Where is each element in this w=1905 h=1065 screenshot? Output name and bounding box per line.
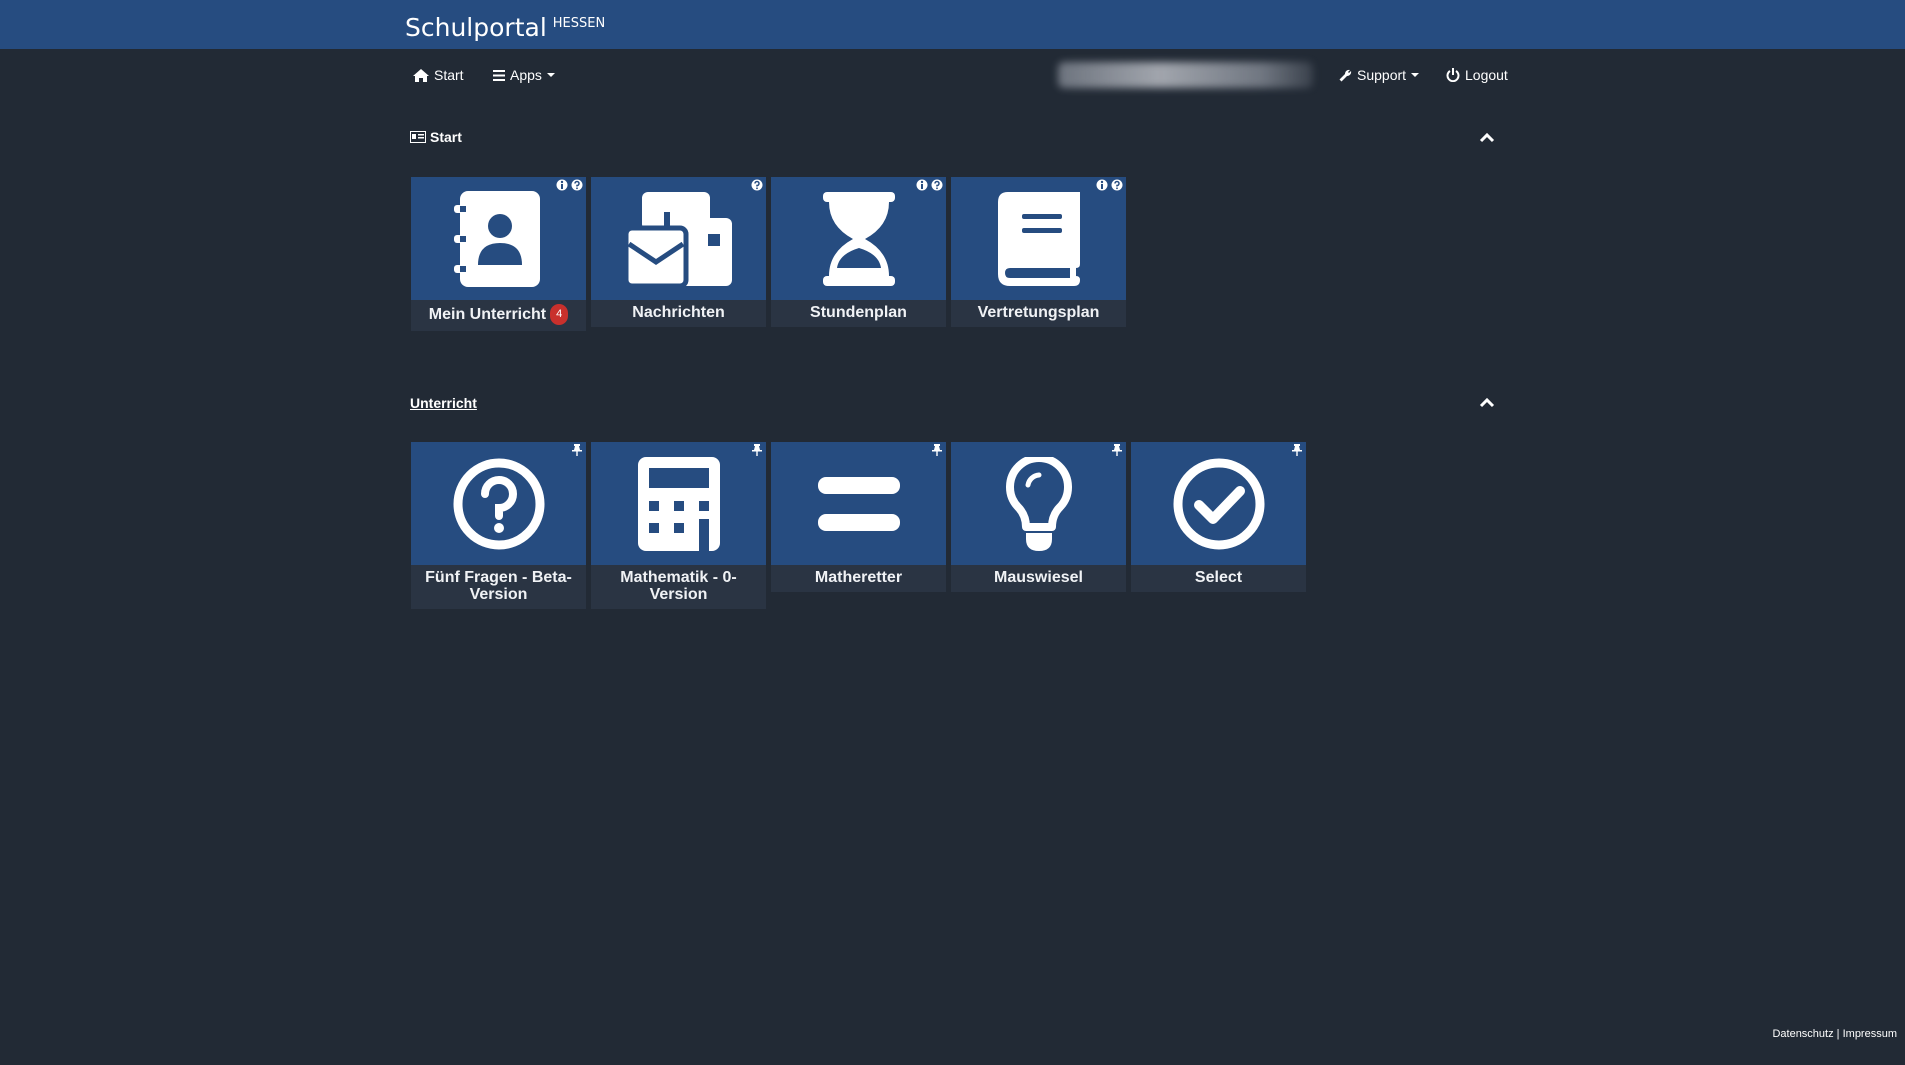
section-unterricht-label: Unterricht: [410, 395, 477, 411]
tile-fuenf-fragen-label: Fünf Fragen - Beta-Version: [425, 569, 572, 603]
brand-subtitle: HESSEN: [552, 16, 606, 31]
hourglass-icon: [822, 191, 895, 286]
caret-down-icon: [546, 73, 555, 77]
section-start-label: Start: [430, 129, 462, 145]
home-icon: [413, 68, 429, 82]
info-icon[interactable]: [916, 179, 928, 191]
bars-icon: [493, 69, 505, 81]
tile-vertretungsplan[interactable]: Vertretungsplan: [951, 177, 1126, 327]
footer-imprint-link[interactable]: Impressum: [1843, 1028, 1897, 1040]
brand-logo[interactable]: Schulportal HESSEN: [405, 13, 605, 42]
help-icon[interactable]: [751, 179, 763, 191]
pin-icon[interactable]: [751, 444, 763, 456]
tile-nachrichten[interactable]: Nachrichten: [591, 177, 766, 327]
tile-mein-unterricht[interactable]: Mein Unterricht 4: [411, 177, 586, 331]
envelope-card-icon: [625, 191, 732, 286]
nav-start-label: Start: [434, 67, 464, 83]
tile-mein-unterricht-label: Mein Unterricht: [428, 306, 547, 323]
footer-separator: |: [1836, 1028, 1840, 1040]
equals-icon: [817, 476, 900, 531]
nav-support-dropdown[interactable]: Support: [1339, 62, 1420, 88]
nav-logout[interactable]: Logout: [1446, 62, 1508, 88]
power-icon: [1446, 68, 1460, 82]
footer-links: Datenschutz | Impressum: [1772, 1028, 1897, 1040]
section-unterricht-title[interactable]: Unterricht: [410, 395, 477, 411]
nav-support-label: Support: [1357, 67, 1407, 83]
pin-icon[interactable]: [931, 444, 943, 456]
tile-stundenplan[interactable]: Stundenplan: [771, 177, 946, 327]
caret-down-icon: [1411, 73, 1420, 77]
question-circle-icon: [453, 458, 544, 549]
help-icon[interactable]: [1111, 179, 1123, 191]
top-header-bar: Schulportal HESSEN: [0, 0, 1905, 49]
address-book-icon: [453, 190, 540, 287]
id-card-icon: [410, 131, 426, 143]
user-menu-blurred[interactable]: [1058, 62, 1313, 88]
tile-nachrichten-label: Nachrichten: [632, 304, 725, 321]
help-icon[interactable]: [931, 179, 943, 191]
chevron-up-icon[interactable]: [1479, 131, 1495, 143]
calculator-icon: [637, 456, 720, 551]
tile-fuenf-fragen[interactable]: Fünf Fragen - Beta-Version: [411, 442, 586, 609]
tile-mauswiesel[interactable]: Mauswiesel: [951, 442, 1126, 592]
tile-mathematik-label: Mathematik - 0-Version: [620, 569, 737, 603]
lightbulb-icon: [1005, 456, 1072, 551]
chevron-up-icon[interactable]: [1479, 396, 1495, 408]
nav-apps-label: Apps: [510, 67, 542, 83]
footer-privacy-link[interactable]: Datenschutz: [1772, 1028, 1833, 1040]
check-circle-icon: [1173, 458, 1264, 549]
pin-icon[interactable]: [1291, 444, 1303, 456]
tile-mauswiesel-label: Mauswiesel: [994, 569, 1083, 586]
tile-matheretter-label: Matheretter: [814, 569, 903, 586]
tile-matheretter[interactable]: Matheretter: [771, 442, 946, 592]
tile-select[interactable]: Select: [1131, 442, 1306, 592]
tile-select-label: Select: [1194, 569, 1243, 586]
tile-stundenplan-label: Stundenplan: [810, 304, 907, 321]
pin-icon[interactable]: [1111, 444, 1123, 456]
tile-vertretungsplan-label: Vertretungsplan: [977, 304, 1100, 321]
book-icon: [997, 191, 1080, 286]
nav-apps-dropdown[interactable]: Apps: [493, 62, 555, 88]
wrench-icon: [1339, 69, 1352, 82]
help-icon[interactable]: [571, 179, 583, 191]
brand-name: Schulportal: [405, 13, 547, 42]
nav-start[interactable]: Start: [413, 62, 464, 88]
info-icon[interactable]: [1096, 179, 1108, 191]
notification-badge: 4: [550, 304, 569, 325]
info-icon[interactable]: [556, 179, 568, 191]
nav-logout-label: Logout: [1465, 67, 1508, 83]
section-start-title: Start: [410, 129, 462, 145]
pin-icon[interactable]: [571, 444, 583, 456]
tile-mathematik[interactable]: Mathematik - 0-Version: [591, 442, 766, 609]
